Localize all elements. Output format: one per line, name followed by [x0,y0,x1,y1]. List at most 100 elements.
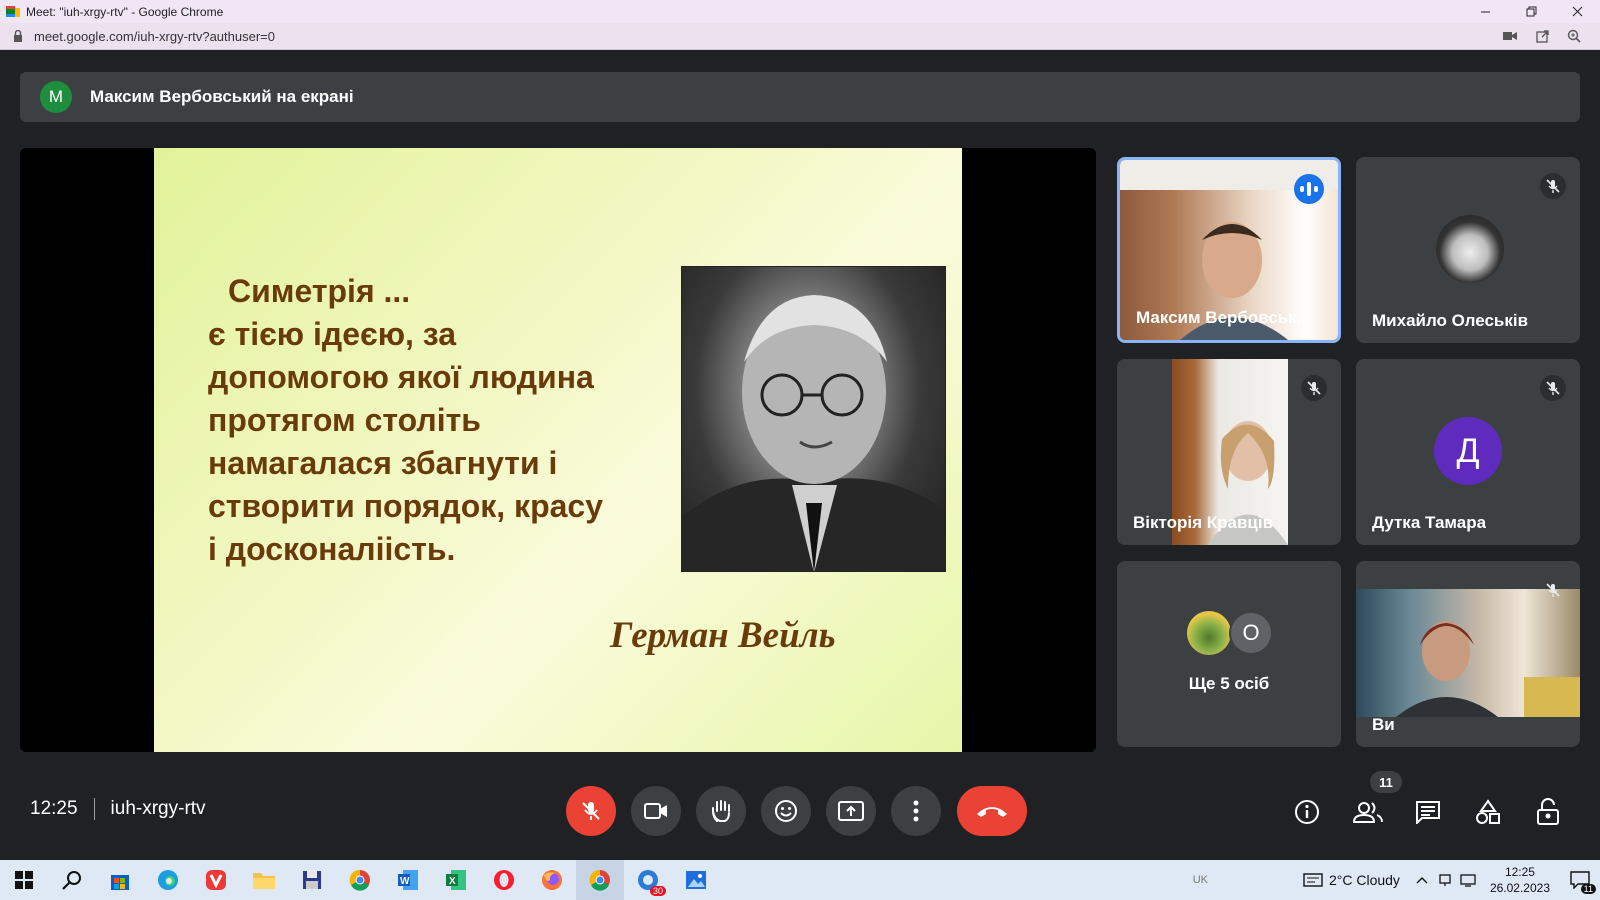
vivaldi-app[interactable] [192,860,240,900]
hand-icon [712,800,730,822]
leave-call-button[interactable] [957,786,1027,836]
chat-button[interactable] [1410,794,1446,830]
participant-tile[interactable]: Д Дутка Тамара [1356,359,1580,545]
more-vert-icon [913,800,919,822]
more-participants-label: Ще 5 осіб [1188,674,1270,693]
firefox-icon [542,870,562,890]
windows-taskbar: W X 30 UK 2°C Cloudy 12:25 26.02.2023 11 [0,860,1600,900]
save-app[interactable] [288,860,336,900]
chrome-app[interactable] [336,860,384,900]
chrome-icon [589,869,610,891]
chat-icon [1416,801,1440,824]
microphone-toggle-button[interactable] [566,786,616,836]
quote-line: і досконаліість. [208,531,456,567]
participant-name: Михайло Олеськів [1372,311,1529,330]
opera-app[interactable] [480,860,528,900]
mic-off-icon [1540,375,1566,401]
lock-icon[interactable] [12,30,24,42]
participant-name: Максим Вербовськ... [1136,308,1311,327]
photos-icon [686,871,706,889]
quote-line: є тією ідеєю, за [208,316,457,352]
opera-browser-app[interactable]: 30 [624,860,672,900]
taskbar-clock[interactable]: 12:25 26.02.2023 [1490,864,1550,896]
meeting-code: iuh-xrgy-rtv [110,798,206,819]
close-button[interactable] [1554,0,1600,23]
participant-name: Ви [1372,715,1395,734]
edge-icon [158,870,178,890]
quote-line: протягом століть [208,402,481,438]
participant-avatar: O [1229,611,1273,655]
restore-icon [1526,6,1536,17]
chrome-profile-app[interactable] [576,860,624,900]
windows-icon [15,871,33,889]
portrait-photo [681,266,946,572]
participant-tile[interactable]: Вікторія Кравців [1117,359,1341,545]
weather-icon [1303,873,1323,887]
more-participants-tile[interactable]: O Ще 5 осіб [1117,561,1341,747]
self-video [1356,589,1580,717]
word-app[interactable]: W [384,860,432,900]
firefox-app[interactable] [528,860,576,900]
quote-line: допомогою якої людина [208,359,594,395]
participant-name: Вікторія Кравців [1133,513,1274,532]
participant-avatar [1436,215,1504,283]
input-language[interactable]: UK [1193,874,1208,886]
search-button[interactable] [48,860,96,900]
info-icon [1295,800,1319,824]
svg-text:X: X [449,876,456,887]
network-icon[interactable] [1438,873,1452,887]
participant-count-badge: 11 [1370,771,1402,793]
self-tile[interactable]: Ви [1356,561,1580,747]
weather-text[interactable]: 2°C Cloudy [1329,872,1400,888]
quote-line: намагалася збагнути і [208,445,558,481]
camera-in-use-icon[interactable] [1494,31,1526,41]
raise-hand-button[interactable] [696,786,746,836]
presentation-slide: Симетрія ... є тією ідеєю, за допомогою … [154,148,962,752]
taskbar-time: 12:25 [1504,865,1535,879]
presentation-banner: M Максим Вербовський на екрані [20,72,1580,122]
mic-off-icon [1540,173,1566,199]
restore-button[interactable] [1508,0,1554,23]
file-explorer-app[interactable] [240,860,288,900]
display-icon[interactable] [1460,873,1476,887]
opera-icon [494,870,514,890]
word-icon: W [398,870,418,890]
window-titlebar: Meet: "iuh-xrgy-rtv" - Google Chrome [0,0,1600,23]
open-in-window-icon[interactable] [1526,29,1558,43]
reactions-button[interactable] [761,786,811,836]
vivaldi-icon [206,870,226,890]
slide-author: Герман Вейль [610,615,836,656]
minimize-icon [1480,11,1490,13]
url-text[interactable]: meet.google.com/iuh-xrgy-rtv?authuser=0 [34,29,1494,44]
excel-app[interactable]: X [432,860,480,900]
present-screen-button[interactable] [826,786,876,836]
start-button[interactable] [0,860,48,900]
participant-tile[interactable]: Максим Вербовськ... [1117,157,1341,343]
more-options-button[interactable] [891,786,941,836]
edge-app[interactable] [144,860,192,900]
shared-screen[interactable]: Симетрія ... є тією ідеєю, за допомогою … [20,148,1096,752]
speaking-indicator [1294,174,1324,204]
notification-center-button[interactable]: 11 [1560,860,1600,900]
camera-icon [644,803,667,819]
zoom-icon[interactable] [1558,29,1590,43]
floppy-icon [303,871,321,889]
camera-toggle-button[interactable] [631,786,681,836]
activities-button[interactable] [1470,794,1506,830]
quote-line: Симетрія ... [228,273,411,309]
participant-tile[interactable]: Михайло Олеськів [1356,157,1580,343]
photos-app[interactable] [672,860,720,900]
meeting-details-button[interactable] [1289,794,1325,830]
participant-avatar [1187,611,1231,655]
store-app[interactable] [96,860,144,900]
people-button[interactable] [1350,794,1386,830]
minimize-button[interactable] [1462,0,1508,23]
host-controls-button[interactable] [1530,794,1566,830]
emoji-icon [775,800,797,822]
chevron-up-icon[interactable] [1416,876,1428,884]
address-bar[interactable]: meet.google.com/iuh-xrgy-rtv?authuser=0 [0,23,1600,50]
meeting-time: 12:25 [30,798,78,819]
svg-text:W: W [400,876,410,887]
meeting-info: 12:25 iuh-xrgy-rtv [30,798,206,820]
mic-off-icon [1301,375,1327,401]
